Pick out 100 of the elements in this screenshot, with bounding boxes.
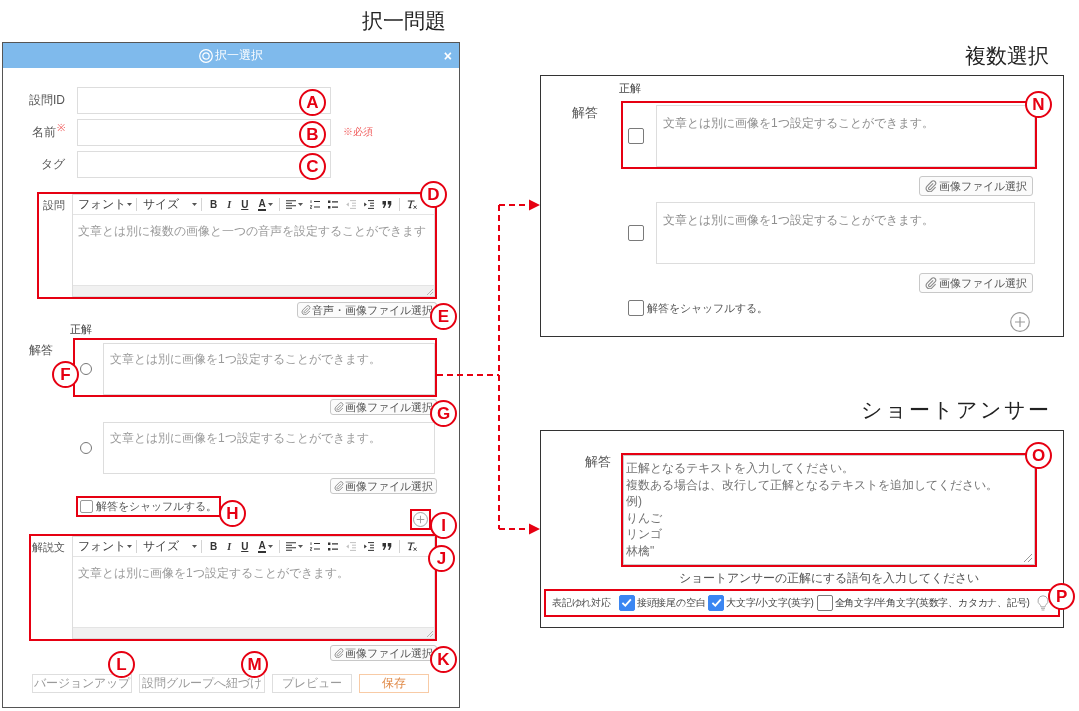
plus-circle-icon[interactable]: [1010, 312, 1030, 332]
checkbox[interactable]: [618, 595, 635, 611]
numbered-list-icon[interactable]: [309, 200, 320, 209]
file-select-button[interactable]: 画像ファイル選択: [919, 273, 1033, 293]
checkbox[interactable]: [628, 225, 644, 241]
section-heading: 複数選択: [965, 43, 1049, 69]
rich-text-editor[interactable]: フォント サイズ B I U A 文章とは別に画像を1つ設定することができます。: [72, 536, 435, 639]
quote-icon[interactable]: [381, 542, 392, 551]
bulleted-list-icon[interactable]: [327, 542, 338, 551]
placeholder-text: 林檎": [626, 542, 655, 560]
text-field[interactable]: [77, 87, 331, 114]
dialog-title: 択一選択: [215, 47, 263, 64]
toolbar-dropdown[interactable]: フォント: [75, 196, 133, 213]
caret-icon: [192, 545, 197, 548]
required-note: ※必須: [343, 126, 373, 137]
toolbar-dropdown[interactable]: サイズ: [140, 538, 198, 555]
caret-icon: [267, 545, 273, 548]
callout-marker: H: [219, 500, 246, 527]
file-select-button[interactable]: 音声・画像ファイル選択: [297, 302, 437, 318]
field-label: 解答: [29, 343, 53, 357]
caret-icon: [267, 203, 273, 206]
clear-format-icon[interactable]: [406, 200, 417, 209]
field-label: 解答: [572, 105, 598, 121]
placeholder-text: リンゴ: [626, 526, 662, 543]
clear-format-icon[interactable]: [406, 542, 417, 551]
caret-icon: [127, 545, 132, 548]
paperclip-icon: [334, 481, 344, 491]
placeholder-text: 正解となるテキストを入力してください。: [626, 460, 854, 477]
hint-text: ショートアンサーの正解にする語句を入力してください: [679, 570, 979, 586]
align-dropdown[interactable]: [285, 200, 303, 209]
callout-marker: I: [430, 512, 457, 539]
checkbox-label: 接頭接尾の空白: [636, 596, 706, 610]
file-select-button[interactable]: 画像ファイル選択: [330, 399, 437, 415]
align-left-icon: [285, 542, 296, 551]
file-select-button[interactable]: 画像ファイル選択: [919, 176, 1033, 196]
checkbox[interactable]: [628, 128, 644, 144]
checkbox[interactable]: [816, 595, 833, 611]
callout-marker: J: [428, 545, 455, 572]
field-label: 設問ID: [29, 92, 65, 109]
lightbulb-icon[interactable]: [1036, 595, 1049, 611]
align-left-icon: [285, 200, 296, 209]
resize-grip-icon: [427, 631, 433, 637]
caret-icon: [297, 545, 303, 548]
checkbox-label: 解答をシャッフルする。: [647, 300, 768, 316]
bold-button[interactable]: B: [210, 540, 218, 553]
indent-icon[interactable]: [363, 542, 374, 551]
underline-button[interactable]: U: [241, 198, 249, 211]
placeholder-text: りんご: [626, 509, 662, 527]
answer-field[interactable]: 文章とは別に画像を1つ設定することができます。: [103, 422, 435, 474]
resize-grip-icon: [1024, 554, 1032, 562]
bulleted-list-icon[interactable]: [327, 200, 338, 209]
answer-field[interactable]: 文章とは別に画像を1つ設定することができます。: [103, 343, 435, 395]
text-color-button[interactable]: A: [258, 540, 273, 553]
placeholder-text: 複数ある場合は、改行して正解となるテキストを追加してください。: [626, 476, 998, 494]
toolbar-dropdown[interactable]: サイズ: [140, 196, 198, 213]
callout-marker: F: [52, 361, 79, 388]
checkbox[interactable]: [708, 595, 725, 611]
align-dropdown[interactable]: [285, 542, 303, 551]
file-select-button[interactable]: 画像ファイル選択: [330, 645, 437, 661]
paperclip-icon: [334, 402, 344, 412]
field-label: 名前: [32, 124, 56, 141]
paperclip-icon: [301, 305, 311, 315]
checkmark-icon: [710, 597, 722, 609]
quote-icon[interactable]: [381, 200, 392, 209]
caret-icon: [192, 203, 197, 206]
file-select-button[interactable]: 画像ファイル選択: [330, 478, 437, 494]
italic-button[interactable]: I: [227, 198, 232, 211]
caret-icon: [297, 203, 303, 206]
field-label: タグ: [41, 156, 65, 173]
callout-marker: O: [1025, 442, 1052, 469]
italic-button[interactable]: I: [227, 540, 232, 553]
checkbox-label: 大文字/小文字(英字): [726, 596, 814, 610]
indent-icon[interactable]: [363, 200, 374, 209]
column-label: 正解: [70, 322, 92, 336]
field-label: 表記ゆれ対応: [552, 596, 611, 610]
paperclip-icon: [334, 648, 344, 658]
section-heading: ショートアンサー: [861, 397, 1051, 423]
text-field[interactable]: [77, 119, 331, 146]
callout-marker: L: [108, 651, 135, 678]
text-color-button[interactable]: A: [258, 198, 273, 211]
callout-marker: N: [1025, 91, 1052, 118]
required-mark: ※: [57, 121, 65, 134]
paperclip-icon: [925, 277, 937, 289]
resize-grip-icon: [427, 289, 433, 295]
field-label: 解説文: [32, 540, 65, 555]
checkbox[interactable]: [80, 500, 93, 513]
checkbox[interactable]: [628, 300, 644, 316]
checkbox-label: 全角文字/半角文字(英数字、カタカナ、記号): [834, 596, 1030, 610]
bold-button[interactable]: B: [210, 198, 218, 211]
answer-field[interactable]: 文章とは別に画像を1つ設定することができます。: [656, 202, 1035, 264]
field-label: 設問: [43, 198, 65, 213]
callout-marker: M: [241, 651, 268, 678]
field-label: 解答: [585, 454, 611, 470]
text-field[interactable]: [77, 151, 331, 178]
numbered-list-icon[interactable]: [309, 542, 320, 551]
callout-marker: P: [1048, 583, 1075, 610]
column-label: 正解: [619, 82, 641, 94]
toolbar-dropdown[interactable]: フォント: [75, 538, 133, 555]
underline-button[interactable]: U: [241, 540, 249, 553]
checkmark-icon: [621, 597, 633, 609]
